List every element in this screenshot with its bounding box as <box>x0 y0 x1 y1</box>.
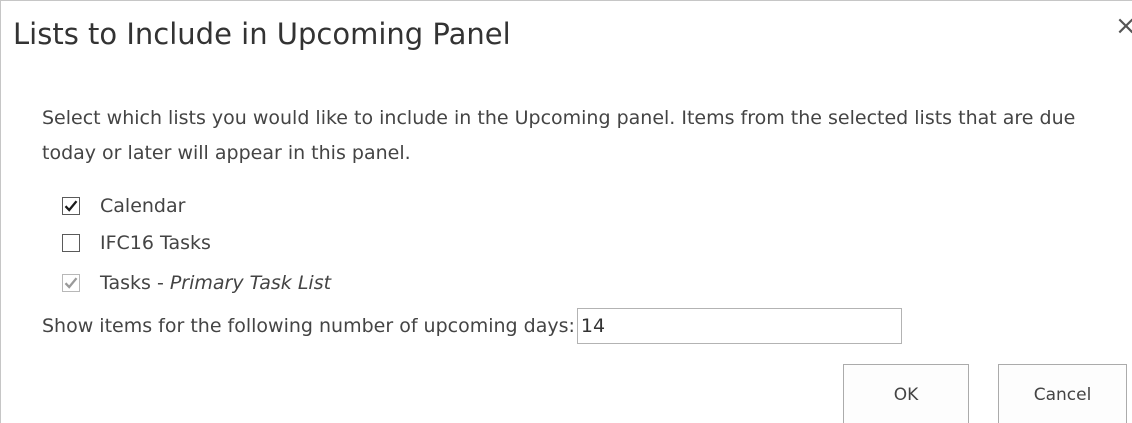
calendar-checkbox[interactable] <box>62 197 80 215</box>
dialog: × Lists to Include in Upcoming Panel Sel… <box>0 0 1132 423</box>
tasks-label-sublabel: Primary Task List <box>169 272 332 294</box>
calendar-label: Calendar <box>100 195 186 217</box>
ok-button[interactable]: OK <box>843 364 969 423</box>
cancel-button[interactable]: Cancel <box>998 364 1127 423</box>
tasks-label-name: Tasks <box>100 272 151 294</box>
list-option-calendar[interactable]: Calendar <box>62 192 185 220</box>
close-icon[interactable]: × <box>1115 13 1132 39</box>
ifc16-tasks-checkbox[interactable] <box>62 234 80 252</box>
upcoming-days-input[interactable] <box>576 308 902 344</box>
tasks-label: Tasks - Primary Task List <box>100 272 331 294</box>
list-option-ifc16-tasks[interactable]: IFC16 Tasks <box>62 229 211 257</box>
tasks-label-separator: - <box>150 272 170 294</box>
list-option-tasks: Tasks - Primary Task List <box>62 269 331 297</box>
dialog-title: Lists to Include in Upcoming Panel <box>13 17 511 51</box>
dialog-description: Select which lists you would like to inc… <box>42 107 1076 164</box>
upcoming-days-label: Show items for the following number of u… <box>42 315 575 337</box>
checkmark-icon <box>64 200 78 212</box>
ifc16-tasks-label: IFC16 Tasks <box>100 232 211 254</box>
tasks-checkbox <box>62 274 80 292</box>
checkmark-icon <box>64 277 78 289</box>
upcoming-days-row: Show items for the following number of u… <box>42 307 902 345</box>
